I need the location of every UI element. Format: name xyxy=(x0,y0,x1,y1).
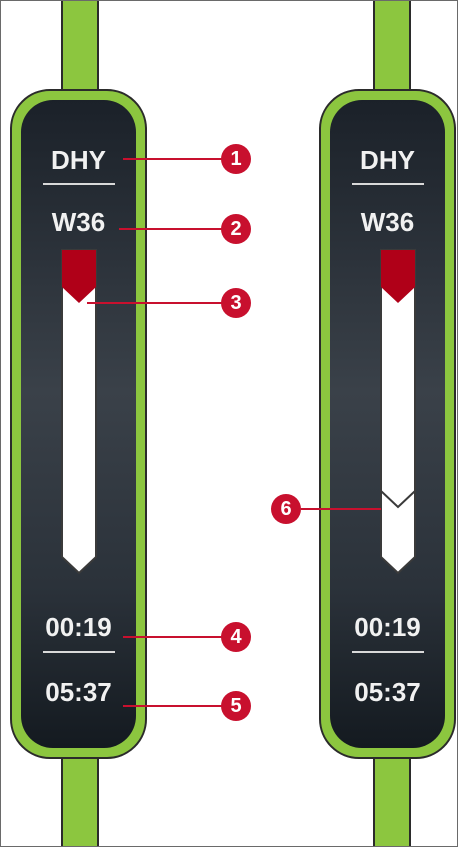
separator xyxy=(43,651,115,653)
callout-badge-1: 1 xyxy=(221,144,251,174)
total-time: 05:37 xyxy=(45,677,112,707)
station-left-bottom-stem xyxy=(61,746,99,846)
callout-line-5 xyxy=(123,705,225,707)
station-right-frame: DHY W36 00:19 05:37 xyxy=(319,89,456,759)
callout-badge-4: 4 xyxy=(221,622,251,652)
callout-line-3 xyxy=(87,302,225,304)
callout-badge-2: 2 xyxy=(221,214,251,244)
station-name: W36 xyxy=(51,207,106,237)
separator xyxy=(352,183,424,185)
progress-gauge xyxy=(380,249,416,575)
station-left-frame: DHY W36 00:19 05:37 xyxy=(10,89,147,759)
elapsed-time: 00:19 xyxy=(45,612,112,642)
station-name: W36 xyxy=(360,207,415,237)
callout-line-4 xyxy=(123,636,225,638)
callout-line-1 xyxy=(123,158,225,160)
station-left-top-stem xyxy=(61,1,99,101)
callout-line-6 xyxy=(301,508,381,510)
progress-gauge xyxy=(61,249,97,575)
station-right-panel: DHY W36 00:19 05:37 xyxy=(330,100,445,748)
station-right-top-stem xyxy=(373,1,411,101)
callout-badge-3: 3 xyxy=(221,288,251,318)
station-left-panel: DHY W36 00:19 05:37 xyxy=(21,100,136,748)
callout-badge-6: 6 xyxy=(271,494,301,524)
separator xyxy=(43,183,115,185)
station-right-bottom-stem xyxy=(373,746,411,846)
callout-line-2 xyxy=(119,228,225,230)
elapsed-time: 00:19 xyxy=(354,612,421,642)
callout-badge-5: 5 xyxy=(221,691,251,721)
screenshot-frame: DHY W36 00:19 05:37 DHY W36 00:19 05:37 … xyxy=(0,0,458,847)
total-time: 05:37 xyxy=(354,677,421,707)
reagent-abbreviation: DHY xyxy=(51,145,106,175)
reagent-abbreviation: DHY xyxy=(360,145,415,175)
separator xyxy=(352,651,424,653)
